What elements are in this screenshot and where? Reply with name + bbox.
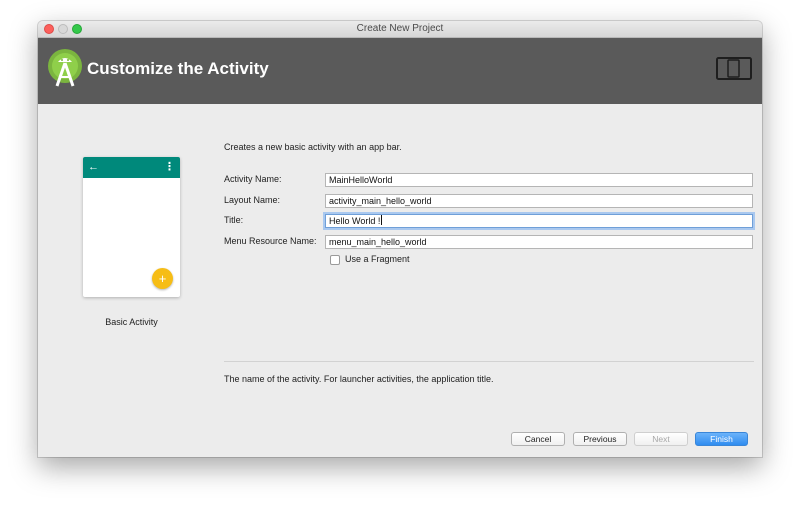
arrow-back-icon: ← [88, 161, 99, 173]
activity-name-label: Activity Name: [224, 174, 282, 184]
preview-app-bar: ← ⋮ [83, 157, 180, 178]
template-name: Basic Activity [105, 317, 158, 327]
wizard-header: Customize the Activity [38, 38, 762, 104]
next-button[interactable]: Next [634, 432, 688, 446]
plus-icon: + [152, 268, 173, 289]
title-input[interactable]: Hello World ! [325, 214, 753, 228]
cancel-button[interactable]: Cancel [511, 432, 565, 446]
use-fragment-checkbox[interactable] [330, 255, 340, 265]
window-title: Create New Project [356, 23, 444, 34]
layout-name-input[interactable]: activity_main_hello_world [325, 194, 753, 208]
use-fragment-label[interactable]: Use a Fragment [345, 254, 410, 264]
field-help-text: The name of the activity. For launcher a… [224, 374, 494, 384]
overflow-menu-icon: ⋮ [164, 161, 175, 173]
activity-name-input[interactable]: MainHelloWorld [325, 173, 753, 187]
create-project-window: Create New Project Customize the Activit… [38, 21, 762, 457]
device-form-factor-icon [716, 57, 752, 80]
previous-button[interactable]: Previous [573, 432, 627, 446]
divider [224, 361, 754, 362]
title-bar: Create New Project [38, 21, 762, 38]
android-studio-logo-icon [48, 49, 82, 87]
template-description: Creates a new basic activity with an app… [224, 142, 402, 152]
menu-resource-name-input[interactable]: menu_main_hello_world [325, 235, 753, 249]
text-cursor [381, 215, 383, 225]
title-label: Title: [224, 215, 244, 225]
menu-resource-name-label: Menu Resource Name: [224, 236, 317, 246]
activity-preview: ← ⋮ + [83, 157, 180, 297]
layout-name-label: Layout Name: [224, 195, 281, 205]
page-title: Customize the Activity [87, 59, 269, 78]
finish-button[interactable]: Finish [695, 432, 748, 446]
title-input-value: Hello World ! [329, 216, 381, 226]
